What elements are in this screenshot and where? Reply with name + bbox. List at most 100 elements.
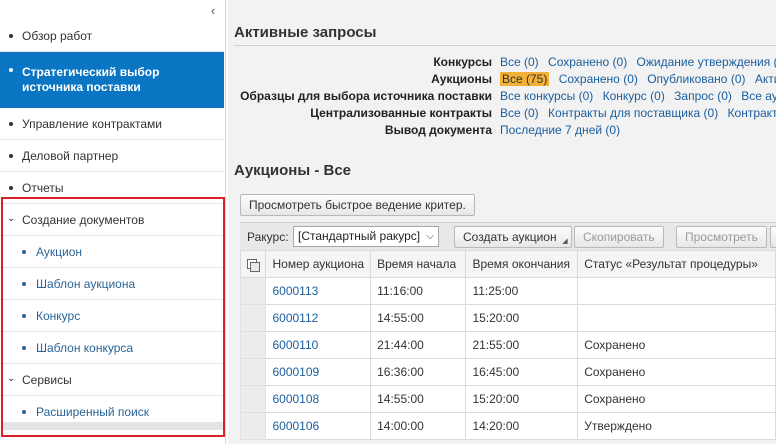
request-link[interactable]: Сохранено (0)	[548, 55, 627, 69]
bullet-icon	[9, 68, 13, 72]
bullet-icon	[9, 185, 13, 190]
auction-number-link[interactable]: 6000109	[265, 358, 372, 386]
table-row[interactable]: 6000109 16:36:00 16:45:00 Сохранено	[239, 358, 776, 386]
column-header[interactable]: Время начала	[370, 250, 467, 278]
table-row[interactable]: 6000108 14:55:00 15:20:00 Сохранено	[239, 385, 776, 413]
end-time-cell: 16:45:00	[465, 358, 579, 386]
sidebar-group-services[interactable]: ⌄ Сервисы	[0, 364, 224, 396]
chevron-down-icon: ⌄	[7, 372, 16, 384]
more-button[interactable]	[770, 226, 776, 248]
sidebar-item-label: Шаблон аукциона	[36, 276, 136, 291]
quick-criteria-button[interactable]: Просмотреть быстрое ведение критер.	[240, 194, 475, 216]
status-cell: Сохранено	[577, 331, 776, 359]
sidebar-item-work-overview[interactable]: Обзор работ	[0, 20, 224, 52]
start-time-cell: 16:36:00	[370, 358, 467, 386]
table-row[interactable]: 6000112 14:55:00 15:20:00	[239, 304, 776, 332]
request-link[interactable]: Все конкурсы (0)	[500, 89, 593, 103]
table-row[interactable]: 6000113 11:16:00 11:25:00	[239, 277, 776, 305]
column-header[interactable]: Статус «Результат процедуры»	[577, 250, 776, 278]
auction-number-link[interactable]: 6000112	[265, 304, 372, 332]
row-selector[interactable]	[239, 385, 267, 413]
request-link[interactable]: Ожидание утверждения (0)	[637, 55, 776, 69]
auction-number-link[interactable]: 6000106	[265, 412, 372, 440]
bullet-icon	[22, 409, 26, 414]
row-selector[interactable]	[239, 277, 267, 305]
auctions-table: Номер аукциона Время начала Время оконча…	[239, 250, 776, 440]
end-time-cell: 15:20:00	[465, 304, 579, 332]
auction-number-link[interactable]: 6000113	[265, 277, 372, 305]
collapse-sidebar-icon[interactable]: ‹	[207, 4, 219, 18]
end-time-cell: 21:55:00	[465, 331, 579, 359]
row-selector[interactable]	[239, 304, 267, 332]
request-link[interactable]: Все аукционы (0)	[741, 89, 776, 103]
auctions-title: Аукционы - Все	[234, 162, 352, 179]
dropdown-corner-icon: ◢	[562, 238, 568, 245]
sidebar-item-tender[interactable]: Конкурс	[0, 300, 224, 332]
sidebar-item-contract-management[interactable]: Управление контрактами	[0, 108, 224, 140]
start-time-cell: 21:44:00	[370, 331, 467, 359]
select-all-icon	[247, 258, 261, 272]
sidebar-item-label: Конкурс	[36, 308, 81, 323]
request-link[interactable]: Запрос (0)	[674, 89, 732, 103]
sidebar-item-strategic-sourcing[interactable]: Стратегический выбор источника поставки	[0, 52, 224, 108]
row-selector[interactable]	[239, 358, 267, 386]
row-selector[interactable]	[239, 412, 267, 440]
layout-label: Ракурс:	[247, 230, 289, 244]
status-cell: Сохранено	[577, 358, 776, 386]
table-row[interactable]: 6000110 21:44:00 21:55:00 Сохранено	[239, 331, 776, 359]
sidebar-nav: Обзор работ Стратегический выбор источни…	[0, 20, 224, 428]
sidebar-item-label: Управление контрактами	[22, 116, 162, 131]
sidebar-scroll-strip	[3, 422, 223, 430]
end-time-cell: 11:25:00	[465, 277, 579, 305]
row-selector[interactable]	[239, 331, 267, 359]
request-row-label: Вывод документа	[384, 123, 492, 137]
request-link[interactable]: Опубликовано (0)	[647, 72, 745, 86]
request-link[interactable]: Конкурс (0)	[603, 89, 665, 103]
sidebar-item-reports[interactable]: Отчеты	[0, 172, 224, 204]
layout-select[interactable]: [Стандартный ракурс] ⌵	[293, 226, 439, 247]
sidebar-group-create-documents[interactable]: ⌄ Создание документов	[0, 204, 224, 236]
auction-number-link[interactable]: 6000110	[265, 331, 372, 359]
status-cell: Утверждено	[577, 412, 776, 440]
request-link[interactable]: Последние 7 дней (0)	[500, 123, 620, 137]
main-content: Активные запросы Конкурсы Все (0) Сохран…	[228, 0, 776, 444]
active-requests-title: Активные запросы	[234, 24, 377, 41]
sidebar-item-label: Обзор работ	[22, 28, 93, 43]
table-toolbar: Ракурс: [Стандартный ракурс] ⌵ Создать а…	[240, 222, 776, 250]
bullet-icon	[22, 345, 26, 350]
auction-number-link[interactable]: 6000108	[265, 385, 372, 413]
sidebar: ‹ Обзор работ Стратегический выбор источ…	[0, 0, 226, 444]
select-all-cell[interactable]	[239, 250, 267, 278]
view-button[interactable]: Просмотреть	[676, 226, 767, 248]
sidebar-item-business-partner[interactable]: Деловой партнер	[0, 140, 224, 172]
sidebar-item-auction[interactable]: Аукцион	[0, 236, 224, 268]
create-auction-button[interactable]: Создать аукцион ◢	[454, 226, 572, 248]
sidebar-item-label: Расширенный поиск	[36, 404, 149, 419]
start-time-cell: 11:16:00	[370, 277, 467, 305]
request-link-selected[interactable]: Все (75)	[500, 72, 550, 86]
request-row-tenders: Конкурсы Все (0) Сохранено (0) Ожидание …	[228, 55, 776, 72]
status-cell	[577, 277, 776, 305]
request-row-sourcing-templates: Образцы для выбора источника поставки Вс…	[228, 89, 776, 106]
bullet-icon	[22, 249, 26, 254]
request-link[interactable]: Сохранено (0)	[559, 72, 638, 86]
request-link[interactable]: Контракты (0)	[728, 106, 776, 120]
copy-button[interactable]: Скопировать	[574, 226, 664, 248]
column-header[interactable]: Время окончания	[465, 250, 579, 278]
sidebar-group-label: Сервисы	[22, 372, 72, 387]
chevron-down-icon: ⌄	[7, 212, 16, 224]
table-row[interactable]: 6000106 14:00:00 14:20:00 Утверждено	[239, 412, 776, 440]
sidebar-item-auction-template[interactable]: Шаблон аукциона	[0, 268, 224, 300]
layout-select-value: [Стандартный ракурс]	[298, 229, 421, 243]
status-cell: Сохранено	[577, 385, 776, 413]
request-link[interactable]: Все (0)	[500, 106, 539, 120]
request-link[interactable]: Все (0)	[500, 55, 539, 69]
request-row-label: Централизованные контракты	[310, 106, 492, 120]
request-link[interactable]: Активные (0)	[755, 72, 776, 86]
column-header[interactable]: Номер аукциона	[265, 250, 372, 278]
request-link[interactable]: Контракты для поставщика (0)	[548, 106, 718, 120]
sidebar-item-tender-template[interactable]: Шаблон конкурса	[0, 332, 224, 364]
sidebar-item-label: Отчеты	[22, 180, 64, 195]
bullet-icon	[22, 281, 26, 286]
sidebar-item-label: Деловой партнер	[22, 148, 119, 163]
